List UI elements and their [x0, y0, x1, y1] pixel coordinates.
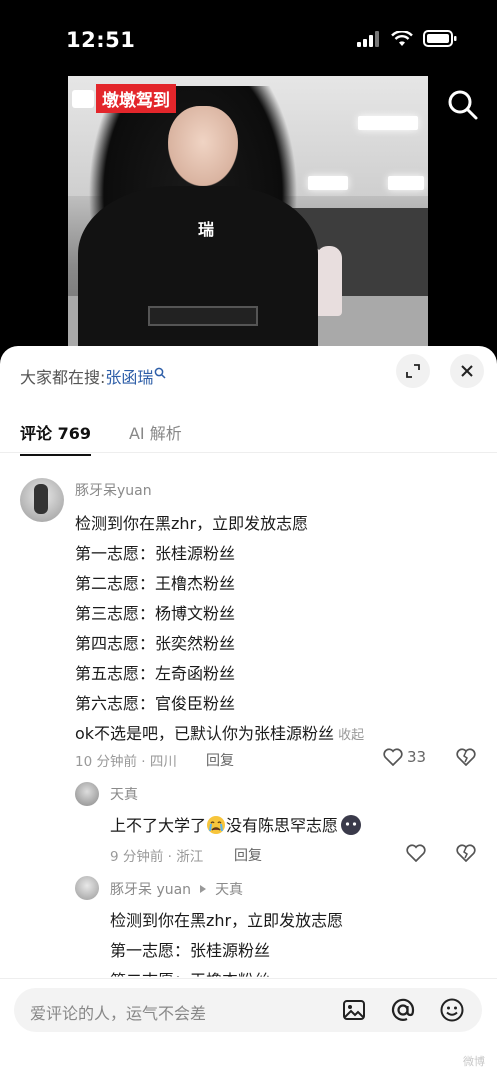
watermark: 微博 — [463, 1055, 485, 1068]
dancer-belt — [148, 306, 258, 326]
image-icon[interactable] — [340, 996, 368, 1024]
dislike-icon[interactable] — [456, 748, 476, 766]
trending-search-query[interactable]: 张函瑞 — [105, 364, 153, 388]
comment-text-line: 第一志愿：张桂源粉丝 — [110, 941, 271, 960]
close-button[interactable] — [450, 354, 484, 388]
expand-button[interactable] — [396, 354, 430, 388]
trending-search[interactable]: 大家都在搜: 张函瑞 — [20, 364, 166, 388]
comment-text-line: 检测到你在黑zhr，立即发放志愿 — [75, 514, 309, 533]
reply-button[interactable]: 回复 — [206, 750, 234, 770]
badge-logo-icon — [72, 89, 94, 108]
avatar[interactable] — [75, 876, 99, 900]
comment-text-line: 第三志愿：杨博文粉丝 — [75, 604, 236, 623]
comment-text-line: 第二志愿：王橹杰粉丝 — [75, 574, 236, 593]
comment-text-line: 第四志愿：张奕然粉丝 — [75, 634, 236, 653]
avatar-figure — [34, 484, 48, 514]
comment-sheet: 大家都在搜: 张函瑞 评论 769 AI 解析 豚牙呆yuan 检测到你在黑zh… — [0, 346, 497, 1080]
comment-input-placeholder: 爱评论的人，运气不会差 — [30, 1004, 207, 1023]
comment-input[interactable]: 爱评论的人，运气不会差 — [14, 988, 482, 1032]
comment-username[interactable]: 天真 — [110, 784, 138, 804]
tab-divider — [0, 452, 497, 453]
status-bar: 12:51 — [0, 0, 497, 80]
ceiling-light — [388, 176, 424, 190]
avatar[interactable] — [75, 782, 99, 806]
comment-meta: 9 分钟前 · 浙江 — [110, 849, 204, 865]
comment-input-bar: 爱评论的人，运气不会差 微博 — [0, 978, 497, 1080]
reply-button[interactable]: 回复 — [234, 845, 262, 865]
like-count: 33 — [407, 748, 427, 766]
background-person — [316, 246, 342, 316]
ceiling-light — [308, 176, 348, 190]
dancer-face — [168, 106, 238, 186]
small-search-icon — [155, 367, 166, 379]
badge-text: 墩墩驾到 — [96, 84, 176, 113]
wifi-icon — [391, 30, 413, 46]
comment-text-a: 上不了大学了 — [110, 816, 207, 835]
battery-icon — [423, 30, 457, 47]
expand-icon — [406, 364, 420, 378]
avatar[interactable] — [20, 478, 64, 522]
comment-text-line: 检测到你在黑zhr，立即发放志愿 — [110, 911, 344, 930]
collapse-link[interactable]: 收起 — [338, 728, 364, 743]
comment-tabs: 评论 769 AI 解析 — [20, 420, 182, 456]
comment-text-line: 第一志愿：张桂源粉丝 — [75, 544, 236, 563]
video-badge: 墩墩驾到 — [72, 84, 176, 113]
status-icons — [357, 30, 457, 47]
dislike-icon[interactable] — [456, 844, 476, 862]
reply-arrow-icon — [200, 885, 207, 893]
comment-username[interactable]: 豚牙呆 yuan — [110, 879, 191, 899]
heart-icon — [383, 748, 403, 766]
mention-icon[interactable] — [389, 996, 417, 1024]
close-icon — [461, 365, 473, 377]
comment-text-b: 没有陈思罕志愿 — [226, 816, 339, 835]
heart-icon[interactable] — [406, 844, 426, 862]
comment-meta: 10 分钟前 · 四川 — [75, 754, 177, 770]
shirt-text: 瑞 — [198, 220, 215, 239]
comment-text-line: 第五志愿：左奇函粉丝 — [75, 664, 236, 683]
tab-ai-analysis[interactable]: AI 解析 — [129, 420, 182, 444]
like-button[interactable]: 33 — [383, 748, 426, 766]
tab-comments[interactable]: 评论 769 — [20, 420, 91, 456]
comment-username-row: 豚牙呆 yuan 天真 — [110, 879, 243, 899]
search-icon[interactable] — [446, 88, 480, 122]
comment-text-last: ok不选是吧，已默认你为张桂源粉丝 — [75, 724, 335, 743]
comment-text-line: 第六志愿：官俊臣粉丝 — [75, 694, 236, 713]
crying-face-icon — [207, 816, 226, 834]
comment-username[interactable]: 豚牙呆yuan — [75, 480, 152, 500]
trending-search-prefix: 大家都在搜: — [20, 368, 106, 387]
reply-to-username[interactable]: 天真 — [215, 879, 243, 899]
status-time: 12:51 — [66, 28, 136, 52]
emoji-icon[interactable] — [438, 996, 466, 1024]
cellular-signal-icon — [357, 30, 379, 47]
comment-text-line: ok不选是吧，已默认你为张桂源粉丝 收起 — [75, 720, 364, 744]
black-face-icon — [341, 815, 362, 835]
ceiling-light — [358, 116, 418, 130]
video-player[interactable]: 瑞 墩墩驾到 — [68, 76, 428, 348]
comment-text-line: 上不了大学了 没有陈思罕志愿 — [110, 812, 362, 836]
